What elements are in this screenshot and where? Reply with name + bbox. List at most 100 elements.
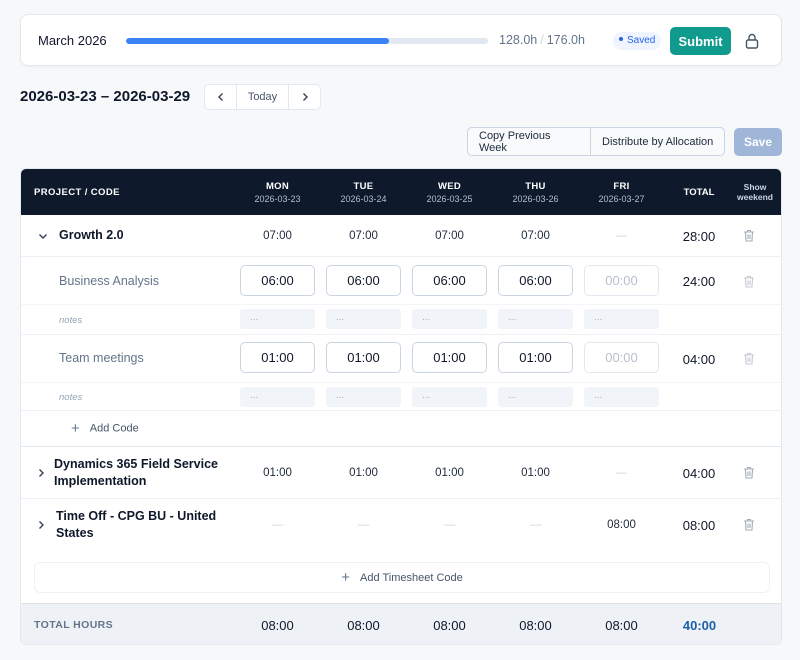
notes-row-business-analysis: notes ... ... ... ... ... [21,305,781,335]
project-row-dynamics-365: Dynamics 365 Field Service Implementatio… [21,447,781,499]
week-navigation: Today [204,84,321,110]
project-day-mon: — [271,519,284,531]
month-summary-card: March 2026 128.0h/176.0h Saved Submit [20,14,782,66]
project-day-thu: 07:00 [521,230,550,242]
add-timesheet-code-label: Add Timesheet Code [360,571,463,584]
notes-input-wed[interactable]: ... [412,309,487,329]
trash-icon[interactable] [743,518,755,531]
project-day-wed: — [443,519,456,531]
target-hours: 176.0h [546,33,585,47]
add-code-label: Add Code [89,422,139,435]
copy-previous-week-button[interactable]: Copy Previous Week [468,128,591,155]
project-total: 08:00 [682,517,716,533]
timesheet-table: PROJECT / CODE MON 2026-03-23 TUE 2026-03-… [20,168,782,645]
day-label: THU [525,180,546,192]
save-button[interactable]: Save [734,128,782,156]
month-label: March 2026 [38,33,107,48]
total-thu: 08:00 [519,618,552,633]
project-day-mon: 01:00 [263,467,292,479]
hours-input-fri[interactable]: 00:00 [584,265,659,296]
project-total: 04:00 [682,465,716,481]
trash-icon[interactable] [743,466,755,479]
hours-input-tue[interactable]: 01:00 [326,342,401,373]
hours-input-mon[interactable]: 01:00 [240,342,315,373]
notes-input-mon[interactable]: ... [240,309,315,329]
column-tue: TUE 2026-03-24 [326,169,401,215]
project-name-line2: Implementation [54,474,147,488]
hours-input-thu[interactable]: 01:00 [498,342,573,373]
total-hours-label: TOTAL HOURS [34,619,114,631]
notes-input-wed[interactable]: ... [412,387,487,407]
day-date: 2026-03-23 [254,193,301,204]
project-day-tue: 07:00 [349,230,378,242]
chevron-down-icon[interactable] [37,230,49,242]
notes-input-mon[interactable]: ... [240,387,315,407]
show-weekend-toggle[interactable]: Show weekend [731,169,779,215]
day-date: 2026-03-26 [512,193,559,204]
hours-progress-fill [126,38,390,44]
previous-week-button[interactable] [205,85,236,109]
status-badge-label: Saved [627,35,656,46]
column-wed: WED 2026-03-25 [412,169,487,215]
notes-input-tue[interactable]: ... [326,387,401,407]
chevron-right-icon[interactable] [35,519,47,531]
column-mon: MON 2026-03-23 [240,169,315,215]
hours-input-mon[interactable]: 06:00 [240,265,315,296]
column-total: TOTAL [683,186,715,198]
project-row-time-off: Time Off - CPG BU - United States — — — … [21,499,781,551]
project-name: Dynamics 365 Field Service Implementatio… [54,456,218,490]
notes-input-thu[interactable]: ... [498,309,573,329]
show-weekend-label-2: weekend [737,192,773,202]
distribute-by-allocation-button[interactable]: Distribute by Allocation [591,128,724,155]
total-fri: 08:00 [605,618,638,633]
lock-icon[interactable] [745,33,759,49]
add-code-button[interactable]: + Add Code [71,420,139,437]
total-wed: 08:00 [433,618,466,633]
hours-readout: 128.0h/176.0h [499,33,585,47]
project-total: 28:00 [682,228,716,244]
hours-input-thu[interactable]: 06:00 [498,265,573,296]
chevron-right-icon[interactable] [35,467,47,479]
project-day-thu: 01:00 [521,467,550,479]
hours-input-fri[interactable]: 00:00 [584,342,659,373]
project-day-wed: 01:00 [435,467,464,479]
day-date: 2026-03-25 [426,193,473,204]
hours-input-wed[interactable]: 06:00 [412,265,487,296]
project-day-fri: — [615,467,628,479]
notes-row-team-meetings: notes ... ... ... ... ... [21,383,781,411]
project-name: Growth 2.0 [59,228,124,242]
project-day-fri: — [615,230,628,242]
project-name-line2: States [56,526,94,540]
project-day-tue: 01:00 [349,467,378,479]
day-label: MON [265,180,290,192]
column-project: PROJECT / CODE [34,186,120,198]
show-weekend-label-1: Show [743,182,767,192]
trash-icon[interactable] [743,229,755,242]
day-label: WED [437,180,462,192]
trash-icon[interactable] [743,275,755,288]
day-label: FRI [613,180,630,192]
project-day-thu: — [529,519,542,531]
project-row-growth: Growth 2.0 07:00 07:00 07:00 07:00 — 28:… [21,215,781,257]
next-week-button[interactable] [289,85,320,109]
notes-input-fri[interactable]: ... [584,387,659,407]
saved-status-badge: Saved [613,32,662,50]
today-button[interactable]: Today [236,85,289,109]
trash-icon[interactable] [743,352,755,365]
project-day-mon: 07:00 [263,230,292,242]
total-tue: 08:00 [347,618,380,633]
code-total: 04:00 [682,351,716,367]
code-name: Team meetings [59,351,144,365]
add-timesheet-code-button[interactable]: + Add Timesheet Code [34,562,770,593]
hours-input-tue[interactable]: 06:00 [326,265,401,296]
project-day-wed: 07:00 [435,230,464,242]
chevron-left-icon [217,93,223,101]
code-name: Business Analysis [59,274,160,288]
notes-input-tue[interactable]: ... [326,309,401,329]
hours-input-wed[interactable]: 01:00 [412,342,487,373]
notes-label: notes [59,315,83,326]
notes-input-thu[interactable]: ... [498,387,573,407]
notes-input-fri[interactable]: ... [584,309,659,329]
submit-button[interactable]: Submit [670,27,731,55]
hours-separator: / [540,33,544,47]
